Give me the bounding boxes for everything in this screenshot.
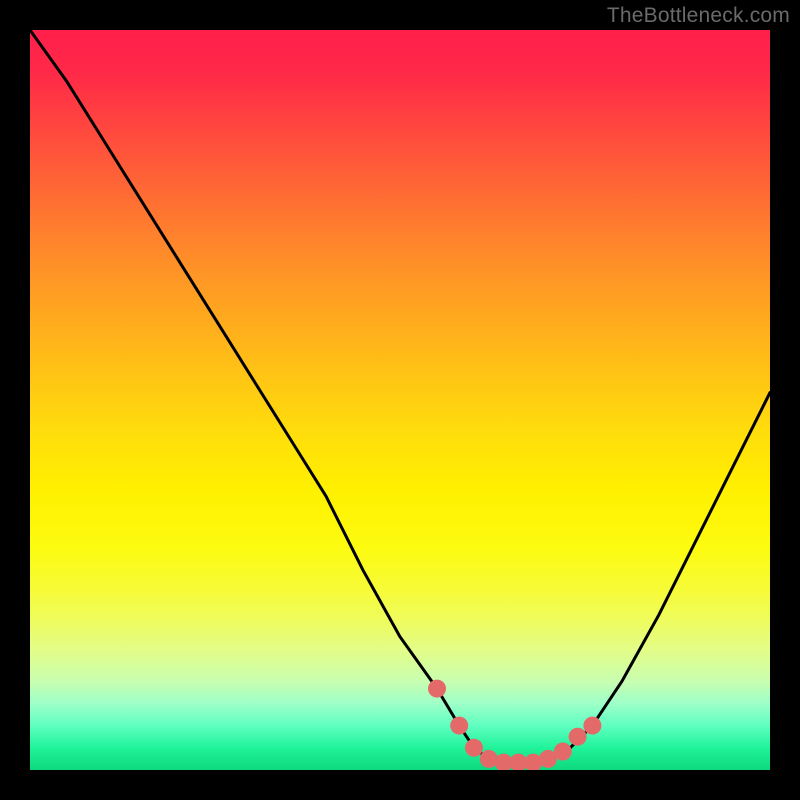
curve-marker: [450, 717, 468, 735]
curve-markers: [428, 680, 601, 770]
chart-frame: TheBottleneck.com: [0, 0, 800, 800]
curve-layer: [30, 30, 770, 770]
plot-area: [30, 30, 770, 770]
curve-marker: [583, 717, 601, 735]
curve-marker: [428, 680, 446, 698]
watermark-text: TheBottleneck.com: [607, 4, 790, 28]
bottleneck-curve: [30, 30, 770, 763]
curve-marker: [554, 743, 572, 761]
curve-marker: [465, 739, 483, 757]
curve-marker: [569, 728, 587, 746]
